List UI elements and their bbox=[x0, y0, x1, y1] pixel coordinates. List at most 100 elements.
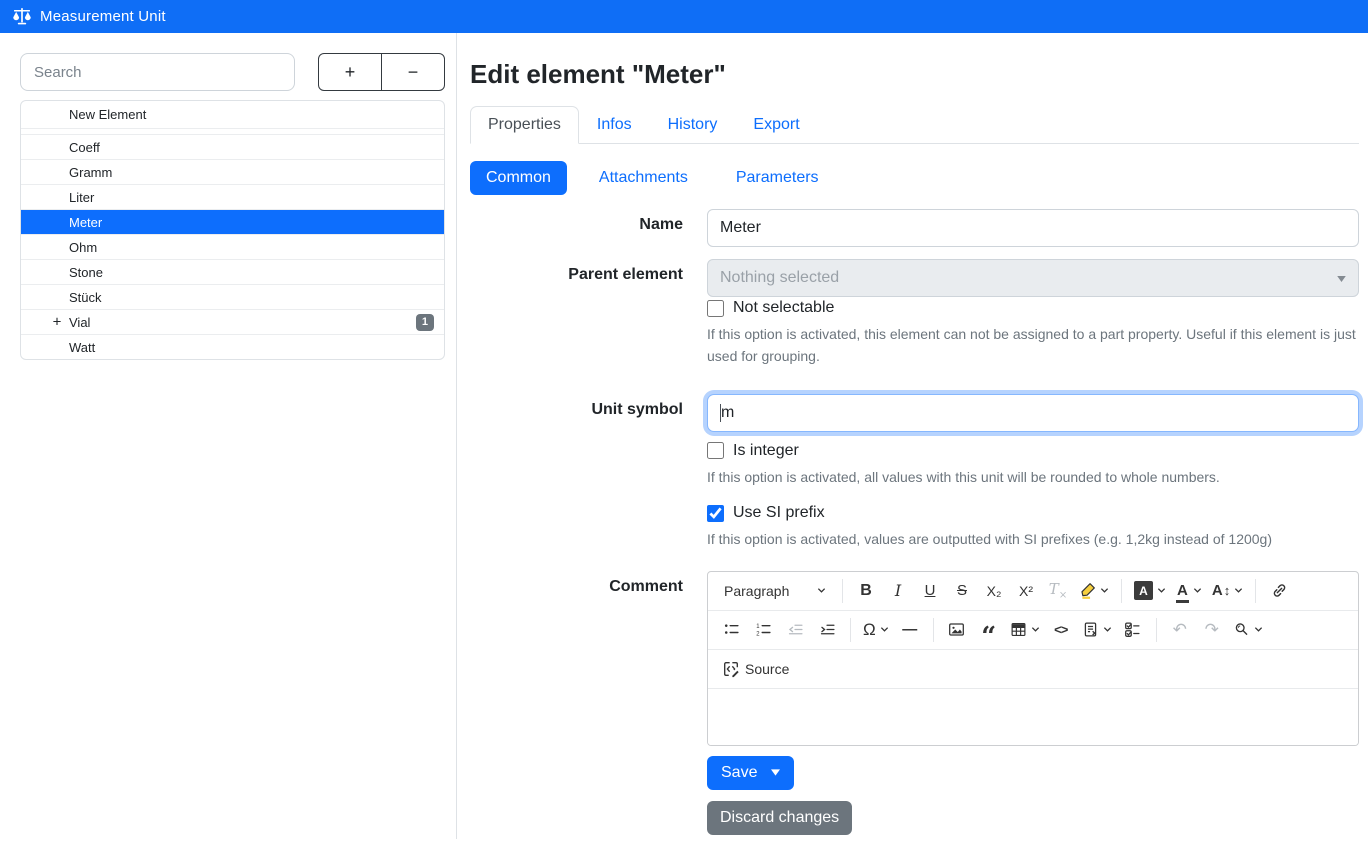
todo-list-button[interactable] bbox=[1118, 615, 1148, 645]
link-button[interactable] bbox=[1264, 576, 1294, 606]
chevron-down-icon bbox=[1234, 586, 1243, 595]
tree-item-coeff[interactable]: Coeff bbox=[21, 134, 444, 159]
tree-item-label: Stück bbox=[69, 290, 102, 305]
strikethrough-button[interactable]: S bbox=[947, 576, 977, 606]
italic-button[interactable]: I bbox=[883, 576, 913, 606]
tree-item-meter[interactable]: Meter bbox=[21, 209, 444, 234]
tree-item-new-element[interactable]: New Element bbox=[21, 101, 444, 128]
not-selectable-label: Not selectable bbox=[733, 299, 834, 317]
redo-button[interactable]: ↷ bbox=[1197, 615, 1227, 645]
bulleted-list-button[interactable] bbox=[716, 615, 746, 645]
outdent-button[interactable] bbox=[780, 615, 810, 645]
tab-infos[interactable]: Infos bbox=[579, 106, 650, 144]
paragraph-style-button[interactable]: Paragraph bbox=[716, 576, 834, 606]
bulleted-list-icon bbox=[723, 621, 740, 638]
search-input[interactable] bbox=[20, 53, 295, 91]
expand-node-icon[interactable]: + bbox=[51, 314, 63, 331]
tree-item-liter[interactable]: Liter bbox=[21, 184, 444, 209]
font-background-color-button[interactable]: A bbox=[1130, 576, 1170, 606]
not-selectable-checkbox-row[interactable]: Not selectable bbox=[707, 299, 1359, 317]
strikethrough-icon: S bbox=[957, 583, 967, 598]
tree-item-stone[interactable]: Stone bbox=[21, 259, 444, 284]
is-integer-help: If this option is activated, all values … bbox=[707, 466, 1359, 488]
editor-toolbar: ParagraphBIUSX₂X²T×AAA↕12Ω—“<>↶↷Source bbox=[708, 572, 1358, 689]
subtab-parameters[interactable]: Parameters bbox=[720, 161, 835, 195]
tab-export[interactable]: Export bbox=[735, 106, 817, 144]
code-block-button[interactable] bbox=[1078, 615, 1116, 645]
discard-button[interactable]: Discard changes bbox=[707, 801, 852, 835]
link-icon bbox=[1271, 582, 1288, 599]
is-integer-checkbox[interactable] bbox=[707, 442, 724, 459]
svg-text:2: 2 bbox=[756, 632, 759, 638]
tree-item-label: New Element bbox=[69, 107, 146, 122]
font-size-button[interactable]: A↕ bbox=[1208, 576, 1247, 606]
tree-item-vial[interactable]: +Vial1 bbox=[21, 309, 444, 334]
parent-element-select[interactable]: Nothing selected bbox=[707, 259, 1359, 297]
tree-item-label: Ohm bbox=[69, 240, 97, 255]
source-editing-label: Source bbox=[745, 661, 789, 677]
tree-item-label: Watt bbox=[69, 340, 95, 355]
chevron-down-icon bbox=[1031, 625, 1040, 634]
use-si-prefix-checkbox-row[interactable]: Use SI prefix bbox=[707, 504, 1359, 522]
comment-row: Comment ParagraphBIUSX₂X²T×AAA↕12Ω—“<>↶↷… bbox=[470, 571, 1359, 855]
source-editing-button[interactable]: Source bbox=[716, 654, 795, 684]
top-navbar: Measurement Unit bbox=[0, 0, 1368, 33]
subtab-common[interactable]: Common bbox=[470, 161, 567, 195]
expand-all-button[interactable]: + bbox=[318, 53, 382, 91]
not-selectable-checkbox[interactable] bbox=[707, 300, 724, 317]
todo-list-icon bbox=[1124, 621, 1141, 638]
code-icon: <> bbox=[1054, 623, 1067, 636]
tree-item-watt[interactable]: Watt bbox=[21, 334, 444, 359]
indent-icon bbox=[819, 621, 836, 638]
chevron-down-icon bbox=[817, 586, 826, 595]
underline-button[interactable]: U bbox=[915, 576, 945, 606]
highlight-icon bbox=[1079, 582, 1096, 599]
tree-item-gramm[interactable]: Gramm bbox=[21, 159, 444, 184]
comment-label: Comment bbox=[470, 571, 683, 855]
undo-button[interactable]: ↶ bbox=[1165, 615, 1195, 645]
subtab-attachments[interactable]: Attachments bbox=[583, 161, 704, 195]
caret-down-icon bbox=[1337, 276, 1346, 282]
name-input[interactable] bbox=[707, 209, 1359, 247]
highlight-button[interactable] bbox=[1075, 576, 1113, 606]
toolbar-separator bbox=[850, 618, 851, 642]
use-si-prefix-label: Use SI prefix bbox=[733, 504, 825, 522]
superscript-button[interactable]: X² bbox=[1011, 576, 1041, 606]
svg-text:1: 1 bbox=[756, 624, 760, 630]
code-button[interactable]: <> bbox=[1046, 615, 1076, 645]
chevron-down-icon bbox=[1100, 586, 1109, 595]
tab-properties[interactable]: Properties bbox=[470, 106, 579, 144]
subscript-icon: X₂ bbox=[987, 584, 1002, 598]
collapse-all-button[interactable]: − bbox=[381, 53, 445, 91]
find-and-replace-button[interactable] bbox=[1229, 615, 1267, 645]
use-si-prefix-checkbox[interactable] bbox=[707, 505, 724, 522]
is-integer-label: Is integer bbox=[733, 442, 799, 460]
insert-table-icon bbox=[1010, 621, 1027, 638]
unit-symbol-input[interactable]: m bbox=[707, 394, 1359, 432]
code-block-icon bbox=[1082, 621, 1099, 638]
parent-element-placeholder: Nothing selected bbox=[720, 269, 839, 287]
tree-item-label: Coeff bbox=[69, 140, 100, 155]
insert-image-button[interactable] bbox=[942, 615, 972, 645]
font-color-button[interactable]: A bbox=[1172, 576, 1206, 606]
horizontal-line-button[interactable]: — bbox=[895, 615, 925, 645]
comment-editor-content[interactable] bbox=[708, 689, 1358, 745]
block-quote-button[interactable]: “ bbox=[974, 615, 1004, 645]
remove-format-button[interactable]: T× bbox=[1043, 576, 1073, 606]
undo-icon: ↶ bbox=[1173, 621, 1187, 638]
subscript-button[interactable]: X₂ bbox=[979, 576, 1009, 606]
numbered-list-button[interactable]: 12 bbox=[748, 615, 778, 645]
indent-button[interactable] bbox=[812, 615, 842, 645]
is-integer-checkbox-row[interactable]: Is integer bbox=[707, 442, 1359, 460]
save-button[interactable]: Save bbox=[707, 756, 794, 790]
tree-item-ohm[interactable]: Ohm bbox=[21, 234, 444, 259]
tab-history[interactable]: History bbox=[650, 106, 736, 144]
horizontal-line-icon: — bbox=[902, 622, 917, 637]
tree-item-st-ck[interactable]: Stück bbox=[21, 284, 444, 309]
comment-editor: ParagraphBIUSX₂X²T×AAA↕12Ω—“<>↶↷Source bbox=[707, 571, 1359, 746]
unit-symbol-label: Unit symbol bbox=[470, 394, 683, 559]
special-characters-button[interactable]: Ω bbox=[859, 615, 893, 645]
parent-element-row: Parent element Nothing selected Not sele… bbox=[470, 259, 1359, 382]
insert-table-button[interactable] bbox=[1006, 615, 1044, 645]
bold-button[interactable]: B bbox=[851, 576, 881, 606]
